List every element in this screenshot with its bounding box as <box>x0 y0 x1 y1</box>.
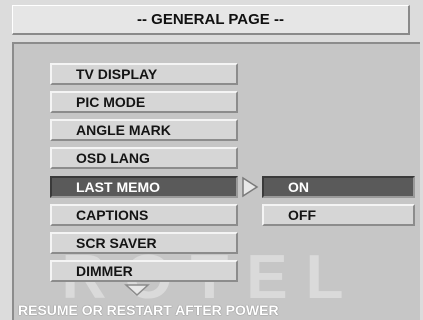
menu-item-osd-lang[interactable]: OSD LANG <box>50 147 238 169</box>
page-title-text: -- GENERAL PAGE -- <box>137 11 284 28</box>
menu-item-scr-saver[interactable]: SCR SAVER <box>50 232 238 254</box>
menu-item-pic-mode[interactable]: PIC MODE <box>50 91 238 113</box>
submenu-arrow-icon <box>242 176 259 198</box>
menu-item-angle-mark[interactable]: ANGLE MARK <box>50 119 238 141</box>
option-off[interactable]: OFF <box>262 204 415 226</box>
page-title: -- GENERAL PAGE -- <box>12 5 410 35</box>
option-on[interactable]: ON <box>262 176 415 198</box>
menu-item-dimmer[interactable]: DIMMER <box>50 260 238 282</box>
scroll-down-icon[interactable] <box>124 283 150 297</box>
osd-frame: -- GENERAL PAGE -- ROTEL TV DISPLAY PIC … <box>0 0 423 320</box>
menu-item-captions[interactable]: CAPTIONS <box>50 204 238 226</box>
menu-item-last-memo[interactable]: LAST MEMO <box>50 176 238 198</box>
status-help-text: RESUME OR RESTART AFTER POWER <box>18 302 279 318</box>
menu-item-tv-display[interactable]: TV DISPLAY <box>50 63 238 85</box>
